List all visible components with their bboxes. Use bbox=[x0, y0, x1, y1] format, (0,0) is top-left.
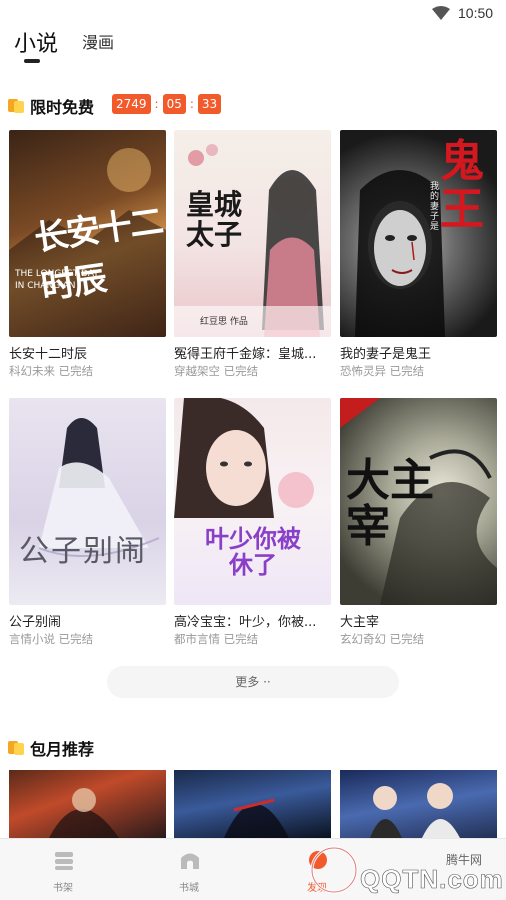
countdown-seconds: 33 bbox=[197, 94, 222, 114]
book-card[interactable]: 长安十二时辰 THE LONGEST DAY IN CHANG'AN 长安十二时… bbox=[9, 130, 166, 379]
books-icon bbox=[8, 97, 24, 113]
cover-subtitle: 红豆思 作品 bbox=[200, 317, 248, 327]
book-status: 已完结 bbox=[223, 632, 259, 646]
section-title: 包月推荐 bbox=[30, 740, 95, 759]
cover-subtitle: 我的妻子是 bbox=[430, 182, 440, 232]
recommend-cover[interactable] bbox=[9, 770, 166, 838]
recommend-cover[interactable] bbox=[340, 770, 497, 838]
book-cover[interactable]: 叶少你被休了 bbox=[174, 398, 331, 605]
book-title: 公子别闹 bbox=[9, 615, 62, 629]
book-cover[interactable]: 皇城太子 红豆思 作品 bbox=[174, 130, 331, 337]
book-genre: 玄幻奇幻 bbox=[340, 632, 386, 646]
nav-bookstore[interactable]: 书城 bbox=[144, 839, 234, 900]
book-genre: 言情小说 bbox=[9, 632, 55, 646]
nav-label: 书城 bbox=[179, 883, 199, 894]
book-card[interactable]: 鬼王 我的妻子是 我的妻子是鬼王 恐怖灵异 已完结 bbox=[340, 130, 497, 379]
book-title: 高冷宝宝：叶少，你被... bbox=[174, 615, 317, 629]
monthly-header: 包月推荐 bbox=[8, 734, 498, 760]
book-title: 冤得王府千金嫁：皇城... bbox=[174, 347, 317, 361]
countdown-minutes: 05 bbox=[162, 94, 186, 114]
book-status: 已完结 bbox=[223, 364, 259, 378]
book-status: 已完结 bbox=[58, 632, 94, 646]
status-time: 10:50 bbox=[458, 5, 494, 21]
cover-art bbox=[49, 788, 119, 838]
bookstore-icon bbox=[181, 853, 199, 869]
watermark-art: QQTN.com 腾牛网 bbox=[310, 846, 504, 894]
book-card[interactable]: 叶少你被休了 高冷宝宝：叶少，你被... 都市言情 已完结 bbox=[174, 398, 331, 647]
book-genre: 恐怖灵异 bbox=[340, 364, 386, 378]
book-card[interactable]: 公子别闹 公子别闹 言情小说 已完结 bbox=[9, 398, 166, 647]
book-card[interactable]: 皇城太子 红豆思 作品 冤得王府千金嫁：皇城... 穿越架空 已完结 bbox=[174, 130, 331, 379]
cover-title: 大主宰 bbox=[346, 455, 434, 552]
books-icon bbox=[8, 739, 24, 755]
wifi-icon bbox=[432, 6, 450, 20]
bookshelf-icon bbox=[55, 852, 73, 870]
cover-art bbox=[370, 783, 460, 838]
tab-novel[interactable]: 小说 bbox=[14, 26, 58, 58]
book-genre: 科幻未来 bbox=[9, 364, 55, 378]
book-status: 已完结 bbox=[58, 364, 94, 378]
tab-comic[interactable]: 漫画 bbox=[82, 29, 114, 53]
book-card[interactable]: 大主宰 大主宰 玄幻奇幻 已完结 bbox=[340, 398, 497, 647]
limited-free-header: 限时免费 2749 : 05 : 33 bbox=[8, 92, 498, 118]
cover-subtitle: THE LONGEST DAY IN CHANG'AN bbox=[15, 269, 99, 291]
nav-bookshelf[interactable]: 书架 bbox=[18, 839, 108, 900]
tab-active-indicator bbox=[24, 59, 40, 63]
book-cover[interactable]: 长安十二时辰 THE LONGEST DAY IN CHANG'AN bbox=[9, 130, 166, 337]
svg-text:QQTN.com: QQTN.com bbox=[360, 864, 504, 894]
book-cover[interactable]: 大主宰 bbox=[340, 398, 497, 605]
more-button[interactable]: 更多 ·· bbox=[107, 666, 399, 698]
countdown-timer: 2749 : 05 : 33 bbox=[112, 94, 222, 114]
book-status: 已完结 bbox=[389, 632, 425, 646]
cover-title: 皇城太子 bbox=[186, 188, 243, 251]
nav-label: 书架 bbox=[53, 883, 73, 894]
watermark-logo: QQTN.com 腾牛网 bbox=[300, 840, 506, 900]
cover-title: 公子别闹 bbox=[19, 534, 147, 569]
countdown-hours: 2749 bbox=[112, 94, 151, 114]
book-genre: 都市言情 bbox=[174, 632, 220, 646]
svg-text:腾牛网: 腾牛网 bbox=[446, 852, 482, 867]
book-cover[interactable]: 鬼王 我的妻子是 bbox=[340, 130, 497, 337]
book-title: 长安十二时辰 bbox=[9, 347, 88, 361]
book-title: 我的妻子是鬼王 bbox=[340, 347, 432, 361]
book-cover[interactable]: 公子别闹 bbox=[9, 398, 166, 605]
cover-title: 叶少你被休了 bbox=[205, 525, 301, 579]
book-status: 已完结 bbox=[389, 364, 425, 378]
recommend-cover[interactable] bbox=[174, 770, 331, 838]
section-title: 限时免费 bbox=[30, 98, 95, 117]
cover-art bbox=[224, 798, 289, 838]
cover-title: 鬼王 bbox=[440, 136, 484, 235]
book-title: 大主宰 bbox=[340, 615, 380, 629]
book-genre: 穿越架空 bbox=[174, 364, 220, 378]
top-tabs: 小说 漫画 bbox=[0, 20, 506, 70]
cover-art bbox=[38, 418, 160, 557]
